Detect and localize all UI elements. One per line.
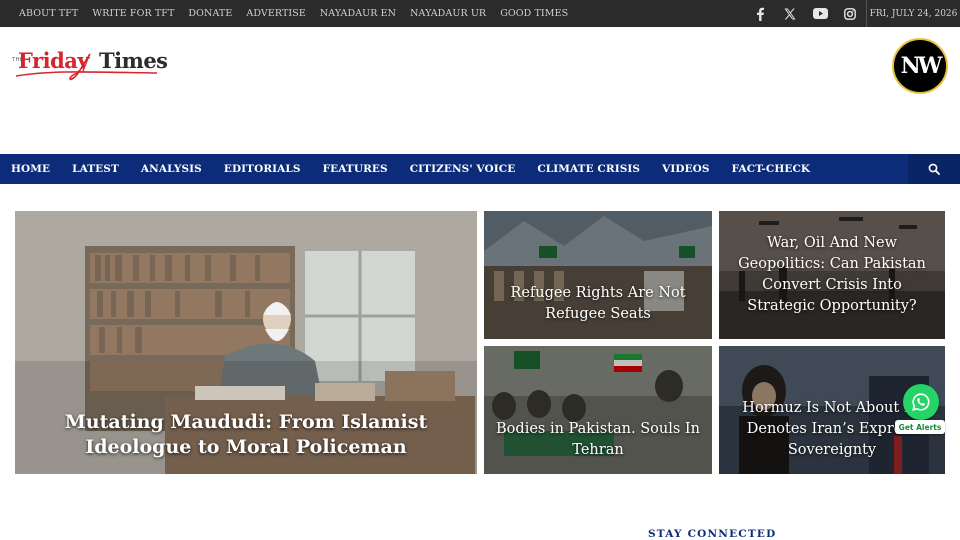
x-icon[interactable] (775, 8, 805, 20)
story-title-refugee[interactable]: Refugee Rights Are Not Refugee Seats (484, 283, 712, 325)
whatsapp-icon (912, 393, 930, 411)
nav-analysis[interactable]: ANALYSIS (130, 163, 213, 175)
logo-friday-text: Friday (18, 48, 90, 73)
top-link-about[interactable]: ABOUT TFT (19, 8, 78, 19)
nav-fact-check[interactable]: FACT-CHECK (721, 163, 822, 175)
story-card-bodies[interactable]: Bodies in Pakistan. Souls In Tehran (484, 346, 712, 474)
site-logo[interactable]: THE Friday Times (12, 46, 168, 86)
whatsapp-label[interactable]: Get Alerts (895, 420, 945, 434)
nav-climate-crisis[interactable]: CLIMATE CRISIS (526, 163, 651, 175)
instagram-icon[interactable] (835, 7, 865, 20)
social-links (745, 0, 865, 27)
main-story-title[interactable]: Mutating Maududi: From Islamist Ideologu… (15, 410, 477, 460)
nav-latest[interactable]: LATEST (61, 163, 130, 175)
search-icon (928, 163, 940, 175)
top-link-nayadaur-en[interactable]: NAYADAUR EN (320, 8, 396, 19)
story-card-refugee[interactable]: Refugee Rights Are Not Refugee Seats (484, 211, 712, 339)
nav-home[interactable]: HOME (0, 163, 61, 175)
featured-main-story[interactable]: Mutating Maududi: From Islamist Ideologu… (15, 211, 477, 474)
search-button[interactable] (908, 154, 960, 184)
top-link-good-times[interactable]: GOOD TIMES (500, 8, 568, 19)
youtube-icon[interactable] (805, 8, 835, 19)
nav-citizens-voice[interactable]: CITIZENS' VOICE (399, 163, 527, 175)
logo-times-text: Times (99, 48, 168, 73)
top-link-write[interactable]: WRITE FOR TFT (92, 8, 174, 19)
nav-features[interactable]: FEATURES (312, 163, 399, 175)
story-title-bodies[interactable]: Bodies in Pakistan. Souls In Tehran (484, 419, 712, 461)
top-bar: ABOUT TFT WRITE FOR TFT DONATE ADVERTISE… (0, 0, 960, 27)
top-links: ABOUT TFT WRITE FOR TFT DONATE ADVERTISE… (12, 0, 575, 27)
top-link-donate[interactable]: DONATE (188, 8, 232, 19)
nayadaur-badge[interactable]: NW (892, 38, 948, 94)
current-date: FRI, JULY 24, 2026 (866, 0, 960, 27)
top-link-advertise[interactable]: ADVERTISE (246, 8, 306, 19)
nav-items: HOME LATEST ANALYSIS EDITORIALS FEATURES… (0, 154, 821, 184)
nav-videos[interactable]: VIDEOS (651, 163, 721, 175)
story-card-war-oil[interactable]: War, Oil And New Geopolitics: Can Pakist… (719, 211, 945, 339)
story-title-hormuz-line-3: Sovereignty (787, 442, 877, 458)
whatsapp-button[interactable] (903, 384, 939, 420)
main-nav: HOME LATEST ANALYSIS EDITORIALS FEATURES… (0, 154, 960, 184)
facebook-icon[interactable] (745, 7, 775, 21)
nav-editorials[interactable]: EDITORIALS (213, 163, 312, 175)
top-link-nayadaur-ur[interactable]: NAYADAUR UR (410, 8, 486, 19)
story-title-war-oil[interactable]: War, Oil And New Geopolitics: Can Pakist… (719, 233, 945, 317)
stay-connected-heading: STAY CONNECTED (648, 528, 777, 540)
